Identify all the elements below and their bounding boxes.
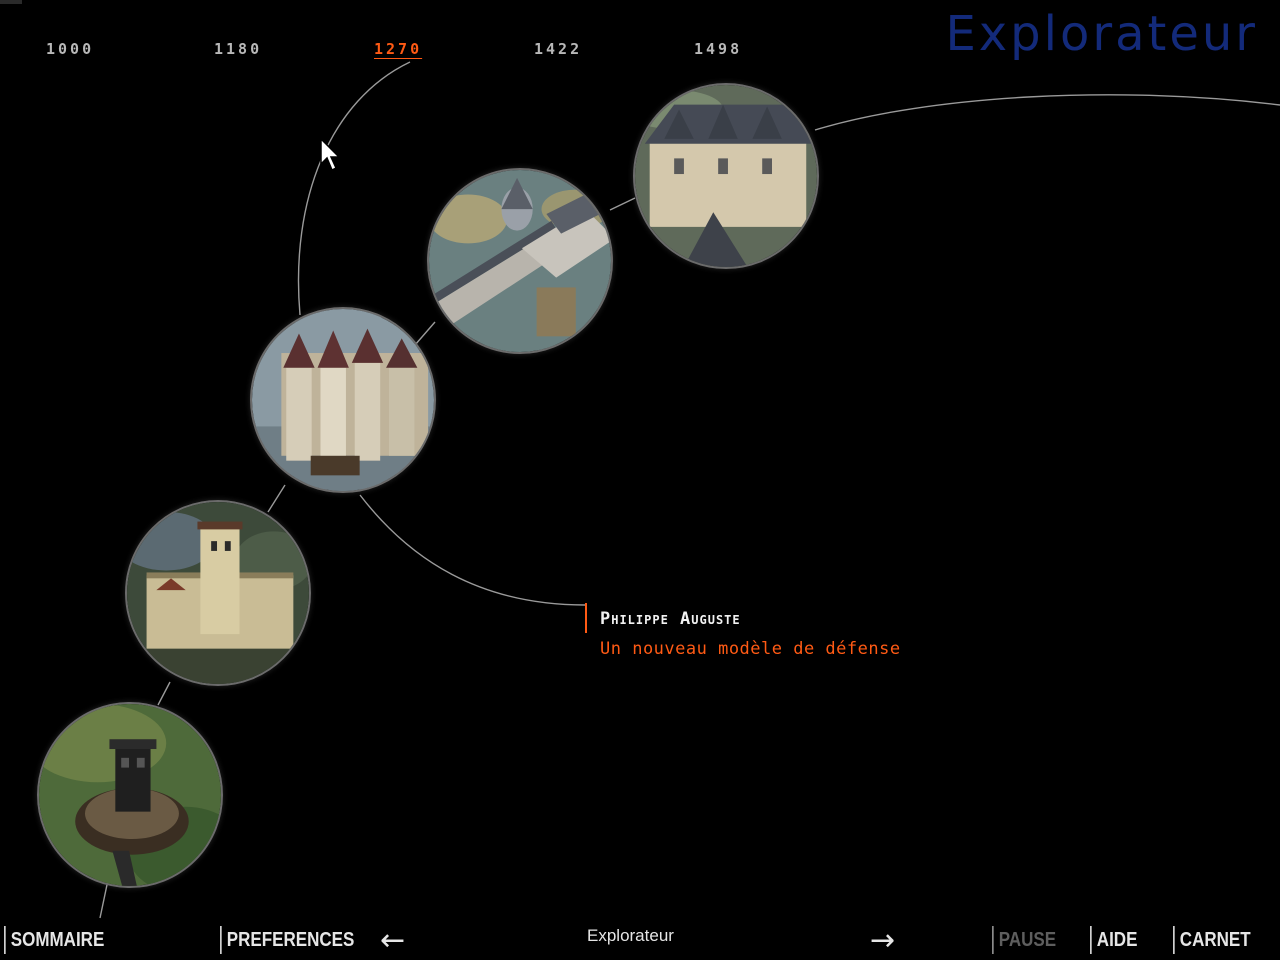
era-thumbnail-motte-castle[interactable] bbox=[37, 702, 223, 888]
connector-era1-down bbox=[99, 879, 109, 919]
mouse-pointer-icon bbox=[320, 138, 341, 172]
caption-subtitle: Un nouveau modèle de défense bbox=[600, 639, 901, 659]
caption-title: Philippe Auguste bbox=[600, 609, 741, 629]
connector-era2-era3 bbox=[267, 484, 286, 513]
renaissance-chateau-illustration bbox=[635, 85, 817, 267]
motte-castle-illustration bbox=[39, 704, 221, 886]
era-thumbnail-stone-keep[interactable] bbox=[125, 500, 311, 686]
connector-era3-era4 bbox=[414, 321, 436, 346]
curve-era-to-right bbox=[814, 94, 1280, 131]
arrow-left-icon[interactable]: ← bbox=[380, 926, 405, 956]
sommaire-button[interactable]: SOMMAIRE bbox=[4, 926, 104, 954]
section-label: Explorateur bbox=[587, 926, 674, 945]
era-thumbnail-philippe-auguste-fortress[interactable] bbox=[250, 307, 436, 493]
era-thumbnail-renaissance-chateau[interactable] bbox=[633, 83, 819, 269]
fortified-chateau-illustration bbox=[429, 170, 611, 352]
carnet-button[interactable]: CARNET bbox=[1173, 926, 1251, 954]
arrow-right-icon[interactable]: → bbox=[870, 926, 895, 956]
caption-accent-bar bbox=[585, 603, 587, 633]
pause-button[interactable]: PAUSE bbox=[992, 926, 1056, 954]
curve-year-to-era bbox=[297, 61, 411, 316]
connector-era1-era2 bbox=[157, 681, 171, 706]
stone-keep-illustration bbox=[127, 502, 309, 684]
fortress-illustration bbox=[252, 309, 434, 491]
preferences-button[interactable]: PREFERENCES bbox=[220, 926, 354, 954]
curve-era-to-caption bbox=[359, 494, 586, 606]
aide-button[interactable]: AIDE bbox=[1090, 926, 1137, 954]
connector-era4-era5 bbox=[609, 197, 636, 211]
era-thumbnail-fortified-chateau[interactable] bbox=[427, 168, 613, 354]
